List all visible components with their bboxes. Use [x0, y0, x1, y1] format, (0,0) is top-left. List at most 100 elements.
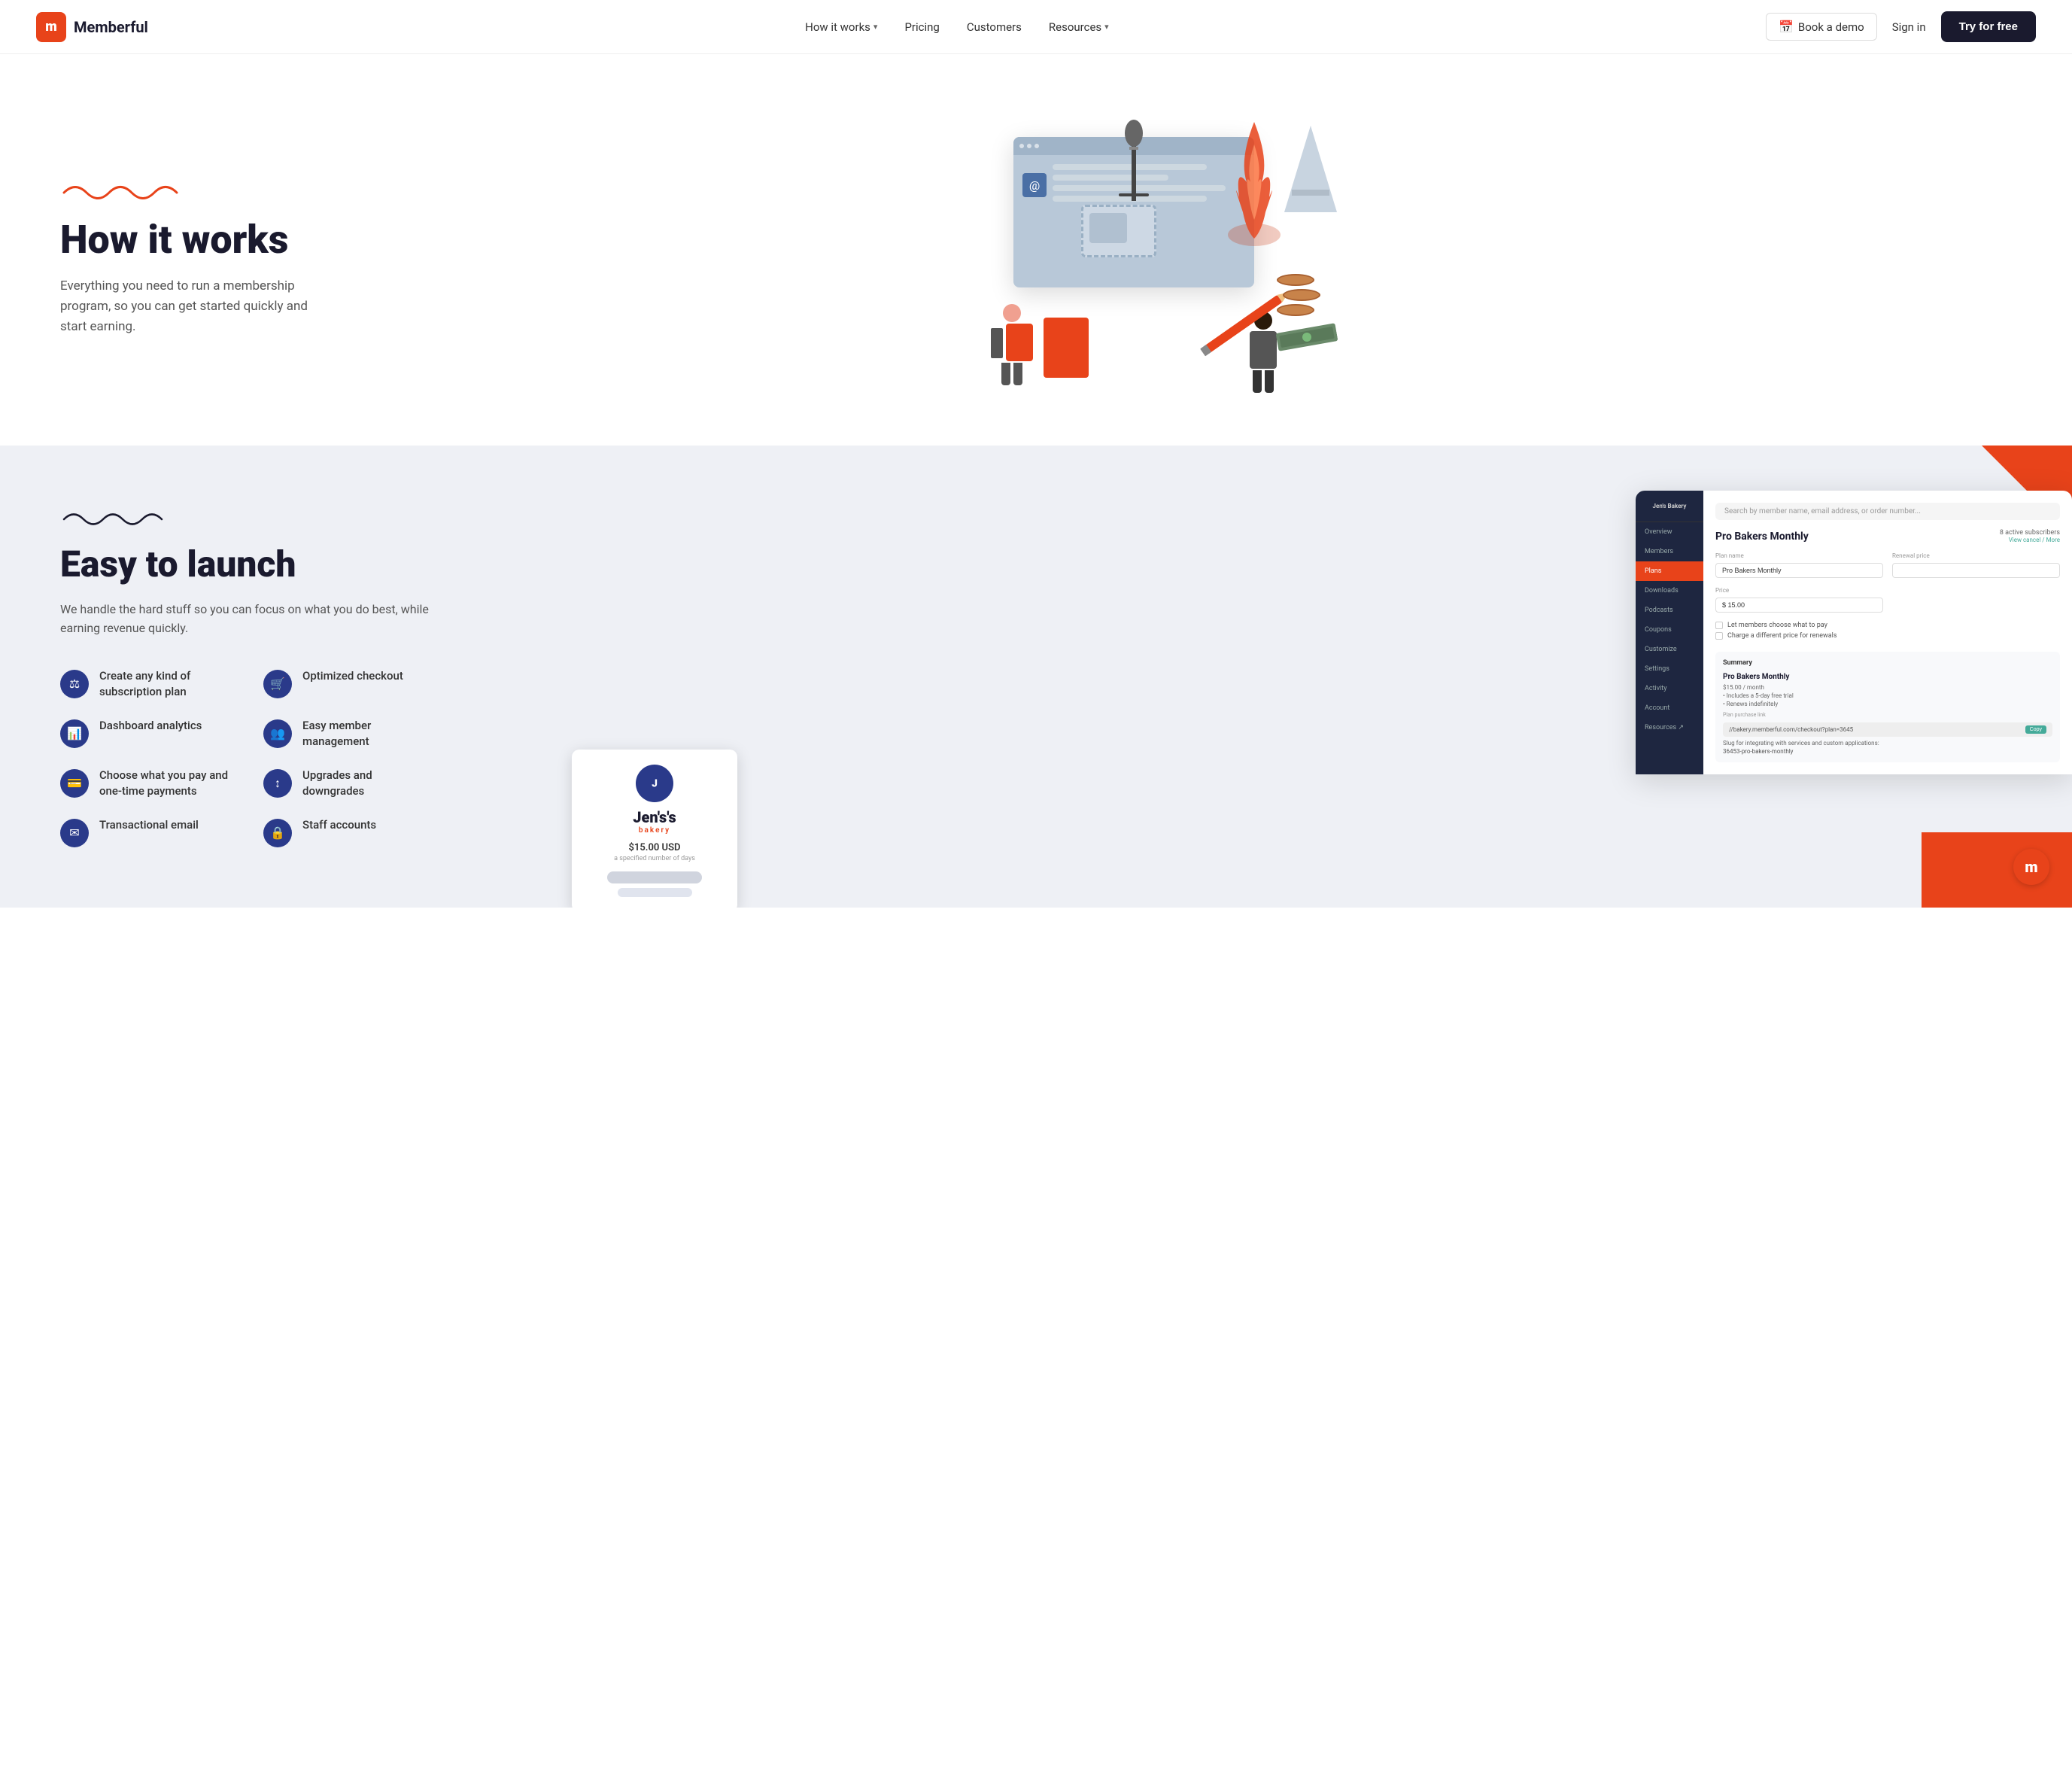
nav-link-how-it-works[interactable]: How it works ▾	[805, 20, 877, 34]
sidebar-item-activity[interactable]: Activity	[1636, 679, 1703, 698]
plan-name-label: Plan name	[1715, 552, 1883, 559]
launch-left: Easy to launch We handle the hard stuff …	[60, 506, 436, 908]
price-input[interactable]	[1715, 598, 1883, 613]
nav-right: 📅 Book a demo Sign in Try for free	[1766, 11, 2036, 42]
plan-title: Pro Bakers Monthly	[1715, 531, 1809, 543]
checkout-bakery-logo: J	[636, 765, 673, 802]
renewal-price-input[interactable]	[1892, 563, 2060, 578]
purchase-link-label: Plan purchase link	[1723, 712, 2052, 718]
book-demo-button[interactable]: 📅 Book a demo	[1766, 13, 1877, 41]
sidebar-site-name: Jen's Bakery	[1636, 503, 1703, 522]
feature-label-payment: Choose what you pay and one-time payment…	[99, 768, 233, 799]
checkout-bakery-sub: bakery	[639, 826, 670, 835]
summary-url-box: //bakery.memberful.com/checkout?plan=364…	[1723, 722, 2052, 737]
sidebar-item-podcasts[interactable]: Podcasts	[1636, 601, 1703, 620]
sidebar-item-settings[interactable]: Settings	[1636, 659, 1703, 679]
dashboard-search-bar[interactable]: Search by member name, email address, or…	[1715, 503, 2060, 520]
feature-label-staff: Staff accounts	[302, 817, 376, 833]
sidebar-logo-text: Jen's Bakery	[1642, 503, 1697, 509]
checkbox-renewal-price[interactable]: Charge a different price for renewals	[1715, 632, 2060, 640]
checkout-card: J Jen's's bakery $15.00 USD a specified …	[572, 750, 737, 908]
members-icon: 👥	[263, 719, 292, 748]
red-box	[1044, 318, 1089, 378]
staff-icon: 🔒	[263, 819, 292, 847]
hero-title: How it works	[60, 218, 316, 261]
launch-right: Jen's Bakery Overview Members Plans Down…	[497, 506, 2012, 882]
checkout-button-1	[607, 871, 702, 883]
price-label: Price	[1715, 587, 1883, 594]
plan-header: Pro Bakers Monthly 8 active subscribers …	[1715, 529, 2060, 543]
feature-staff-accounts: 🔒 Staff accounts	[263, 817, 436, 847]
summary-url: //bakery.memberful.com/checkout?plan=364…	[1729, 726, 2022, 733]
upgrades-icon: ↕	[263, 769, 292, 798]
plan-name-field: Plan name	[1715, 552, 1883, 578]
feature-label-checkout: Optimized checkout	[302, 668, 403, 684]
feature-dashboard-analytics: 📊 Dashboard analytics	[60, 718, 233, 750]
checkbox-member-choose[interactable]: Let members choose what to pay	[1715, 622, 2060, 629]
coins	[1277, 274, 1337, 355]
summary-plan-name: Pro Bakers Monthly	[1723, 673, 2052, 681]
svg-text:J: J	[652, 778, 658, 790]
nav-link-customers[interactable]: Customers	[967, 20, 1022, 34]
nav-link-resources[interactable]: Resources ▾	[1049, 20, 1109, 34]
summary-slug-label: Slug for integrating with services and c…	[1723, 740, 2052, 747]
sidebar-item-account[interactable]: Account	[1636, 698, 1703, 718]
sidebar-item-customize[interactable]: Customize	[1636, 640, 1703, 659]
feature-label-upgrades: Upgrades and downgrades	[302, 768, 436, 799]
hero-left-content: How it works Everything you need to run …	[60, 178, 316, 338]
nav-logo[interactable]: m Memberful	[36, 12, 148, 42]
logo-icon: m	[36, 12, 66, 42]
feature-label-members: Easy member management	[302, 718, 436, 750]
checkout-bakery-name: Jen's's	[633, 808, 676, 826]
sign-in-link[interactable]: Sign in	[1892, 20, 1926, 34]
logo-text: Memberful	[74, 18, 148, 36]
dashboard-sidebar: Jen's Bakery Overview Members Plans Down…	[1636, 491, 1703, 774]
sidebar-item-members[interactable]: Members	[1636, 542, 1703, 561]
features-grid: ⚖ Create any kind of subscription plan 🛒…	[60, 668, 436, 847]
checkout-price: $15.00 USD	[629, 842, 681, 853]
microphone	[1111, 118, 1156, 211]
sidebar-item-downloads[interactable]: Downloads	[1636, 581, 1703, 601]
summary-feature-2: • Renews indefinitely	[1723, 701, 2052, 707]
launch-title: Easy to launch	[60, 545, 436, 585]
feature-subscription-plan: ⚖ Create any kind of subscription plan	[60, 668, 233, 700]
view-cancel-link[interactable]: View cancel / More	[2000, 537, 2060, 543]
hero-squiggle	[60, 178, 316, 203]
plan-name-input[interactable]	[1715, 563, 1883, 578]
nav-links: How it works ▾ Pricing Customers Resourc…	[805, 20, 1109, 34]
calendar-icon: 📅	[1779, 20, 1794, 34]
hero-illustration: @	[316, 114, 2012, 400]
feature-optimized-checkout: 🛒 Optimized checkout	[263, 668, 436, 700]
checkout-days: a specified number of days	[614, 855, 695, 862]
hero-subtitle: Everything you need to run a membership …	[60, 276, 316, 338]
checkout-button-2	[618, 888, 692, 897]
sidebar-item-overview[interactable]: Overview	[1636, 522, 1703, 542]
chevron-down-icon-2: ▾	[1104, 22, 1109, 32]
try-free-button[interactable]: Try for free	[1941, 11, 2036, 42]
payment-icon: 💳	[60, 769, 89, 798]
price-field: Renewal price	[1892, 552, 2060, 578]
sidebar-item-resources[interactable]: Resources ↗	[1636, 718, 1703, 737]
sidebar-item-plans[interactable]: Plans	[1636, 561, 1703, 581]
summary-feature-1: • Includes a 5-day free trial	[1723, 692, 2052, 699]
dashboard-main: Search by member name, email address, or…	[1703, 491, 2072, 774]
subscriber-count: 8 active subscribers View cancel / More	[2000, 529, 2060, 543]
copy-url-button[interactable]: Copy	[2025, 725, 2046, 734]
feature-transactional-email: ✉ Transactional email	[60, 817, 233, 847]
dashed-card	[1081, 205, 1156, 257]
feature-upgrades: ↕ Upgrades and downgrades	[263, 768, 436, 799]
summary-heading: Summary	[1723, 659, 2052, 667]
subscription-icon: ⚖	[60, 670, 89, 698]
price-field-main: Price	[1715, 587, 1883, 613]
chevron-down-icon: ▾	[873, 22, 878, 32]
launch-squiggle	[60, 506, 436, 530]
launch-section: Easy to launch We handle the hard stuff …	[0, 446, 2072, 908]
orange-bottom-decoration	[1922, 832, 2072, 908]
summary-slug-value: 36453-pro-bakers-monthly	[1723, 748, 2052, 755]
dashboard-preview: Jen's Bakery Overview Members Plans Down…	[1636, 491, 2072, 774]
nav-link-pricing[interactable]: Pricing	[904, 20, 939, 34]
feature-member-management: 👥 Easy member management	[263, 718, 436, 750]
sidebar-item-coupons[interactable]: Coupons	[1636, 620, 1703, 640]
feature-label-subscription: Create any kind of subscription plan	[99, 668, 233, 700]
navbar: m Memberful How it works ▾ Pricing Custo…	[0, 0, 2072, 54]
